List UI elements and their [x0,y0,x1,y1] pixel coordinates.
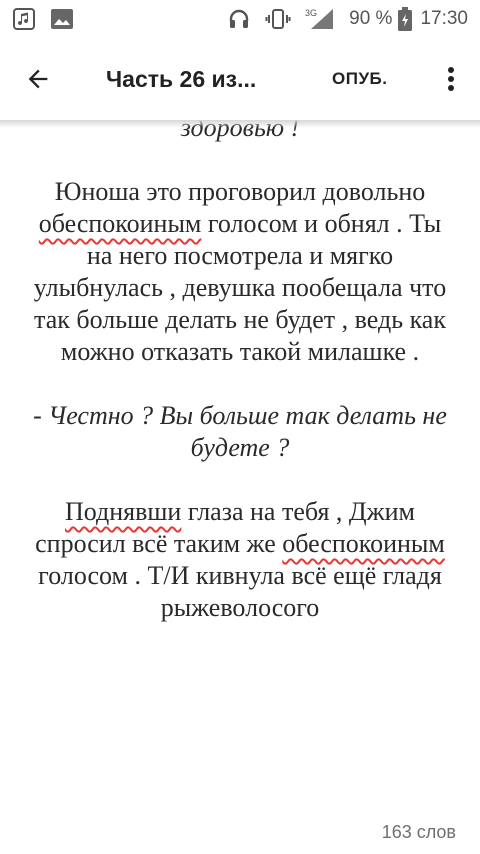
status-bar: 3G 90 % 17:30 [0,0,480,38]
paragraph-1-part-1: Юноша это проговорил довольно [54,177,426,206]
signal-3g-icon: 3G [305,7,335,31]
misspelled-word[interactable]: Поднявши [65,497,181,526]
story-text: здоровью ! Юноша это проговорил довольно… [0,104,480,804]
more-vert-icon [448,67,454,91]
paragraph-2: Поднявши глаза на тебя , Джим спросил вс… [28,496,452,624]
clock: 17:30 [420,8,468,29]
publish-button[interactable]: ОПУБ. [332,69,387,89]
more-options-button[interactable] [436,51,466,107]
headphones-icon [227,7,251,31]
word-count: 163 слов [381,822,456,842]
misspelled-word[interactable]: обеспокоиным [39,209,202,238]
paragraph-1: Юноша это проговорил довольно обеспокоин… [28,176,452,368]
paragraph-2-part-2: голосом . Т/И кивнула всё ещё гладя рыже… [38,561,442,622]
toolbar-shadow [0,120,480,128]
back-button[interactable] [10,51,66,107]
battery-percent: 90 % [349,8,393,29]
network-label: 3G [305,8,317,18]
vibrate-icon [265,7,291,31]
music-notification-icon [12,7,36,31]
toolbar: Часть 26 из... ОПУБ. [0,38,480,120]
image-notification-icon [50,8,74,30]
page-title: Часть 26 из... [106,65,257,92]
dialogue-line: - Честно ? Вы больше так делать не будет… [33,401,447,462]
misspelled-word[interactable]: обеспокоиным [282,529,445,558]
arrow-back-icon [28,69,48,89]
battery-charging-icon [398,7,413,31]
